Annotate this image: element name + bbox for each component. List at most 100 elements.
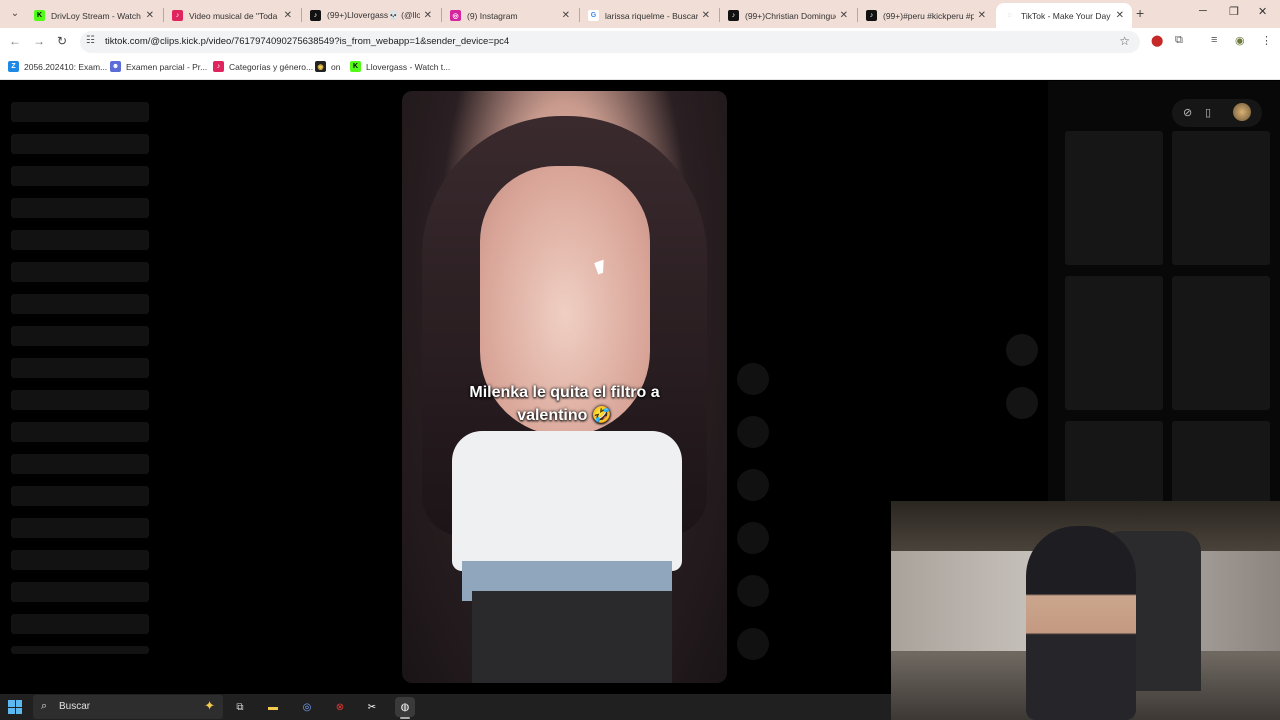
video-card-skeleton	[1172, 276, 1270, 410]
bookmark-label: Examen parcial - Pr...	[126, 61, 208, 72]
action-button-placeholder[interactable]	[737, 416, 769, 448]
address-bar[interactable]: ☷ tiktok.com/@clips.kick.p/video/7617974…	[80, 31, 1140, 53]
bookmarks-bar: Z 2056.202410: Exam... ☻ Examen parcial …	[0, 56, 1280, 80]
chrome-taskbar-icon[interactable]: ◍	[395, 697, 415, 717]
close-icon[interactable]: ✕	[978, 10, 986, 21]
nav-down-placeholder[interactable]	[1006, 387, 1038, 419]
extension-adblock-icon[interactable]: ⬤	[1151, 34, 1163, 47]
action-button-placeholder[interactable]	[737, 469, 769, 501]
profile-avatar-icon[interactable]: ◉	[1235, 34, 1245, 47]
tab-6[interactable]: ♪ (99+)Christian Domingue ✕	[720, 3, 856, 28]
url-text[interactable]: tiktok.com/@clips.kick.p/video/761797409…	[105, 36, 509, 47]
action-button-placeholder[interactable]	[737, 522, 769, 554]
sidebar-skeleton	[11, 326, 149, 346]
menu-kebab-icon[interactable]: ⋮	[1261, 34, 1272, 47]
file-explorer-icon[interactable]: ▬	[263, 697, 283, 717]
bookmark-favicon-icon: Z	[8, 61, 19, 72]
windows-taskbar: ⌕ Buscar ✦ ⧉ ▬ ◎ ⊗ ✂ ◍	[0, 694, 891, 720]
copilot-sparkle-icon: ✦	[204, 698, 215, 713]
caption-line-1: Milenka le quita el filtro a	[469, 384, 660, 401]
tab-strip: ⌄ K DrivLoy Stream - Watch Li ✕ ♪ Video …	[0, 0, 1280, 28]
minimize-icon[interactable]: ─	[1199, 5, 1207, 17]
video-card-skeleton	[1065, 276, 1163, 410]
video-card-skeleton	[1065, 131, 1163, 265]
tab-4[interactable]: ◎ (9) Instagram ✕	[442, 3, 578, 28]
back-arrow-icon[interactable]: ←	[9, 34, 21, 48]
tab-3[interactable]: ♪ (99+)Llovergass💀 (@llov ✕	[302, 3, 440, 28]
bookmark-4[interactable]: ◉ on	[315, 61, 340, 72]
phone-icon[interactable]: ▯	[1205, 106, 1211, 119]
instagram-icon: ◎	[450, 10, 461, 21]
app-icon[interactable]: ⊗	[330, 697, 350, 717]
sidebar-skeleton	[11, 582, 149, 602]
bookmark-label: Categorías y género...	[229, 61, 314, 72]
site-info-icon[interactable]: ☷	[86, 35, 95, 46]
sidebar-skeleton	[11, 166, 149, 186]
action-button-placeholder[interactable]	[737, 575, 769, 607]
video-player[interactable]: Milenka le quita el filtro a valentino 🤣	[402, 91, 727, 683]
sidebar-skeleton	[11, 294, 149, 314]
action-button-placeholder[interactable]	[737, 363, 769, 395]
sidebar-skeleton	[11, 390, 149, 410]
new-tab-plus-icon[interactable]: +	[1136, 5, 1144, 21]
media-queue-icon[interactable]: ≡	[1211, 34, 1217, 46]
action-button-placeholder[interactable]	[737, 628, 769, 660]
tab-8-active[interactable]: ◌ TikTok - Make Your Day ✕	[996, 3, 1132, 28]
obs-app-icon[interactable]: ◎	[297, 697, 317, 717]
bookmark-label: on	[331, 61, 341, 72]
restore-icon[interactable]: ❐	[1229, 5, 1239, 18]
tab-title: TikTok - Make Your Day	[1021, 10, 1111, 21]
active-app-indicator	[400, 717, 410, 719]
video-card-skeleton	[1172, 131, 1270, 265]
tab-title: Video musical de "Toda L	[189, 10, 280, 21]
bookmark-label: Llovergass - Watch t...	[366, 61, 451, 72]
tiktok-loading-icon: ◌	[1004, 10, 1015, 21]
tab-title: (99+)Christian Domingue	[745, 10, 836, 21]
bookmark-1[interactable]: Z 2056.202410: Exam...	[8, 61, 107, 72]
sidebar-skeleton	[11, 454, 149, 474]
tab-7[interactable]: ♪ (99+)#peru #kickperu #p ✕	[858, 3, 994, 28]
extensions-puzzle-icon[interactable]: ⧉	[1175, 34, 1183, 47]
tab-title: DrivLoy Stream - Watch Li	[51, 10, 142, 21]
close-icon[interactable]: ✕	[146, 10, 154, 21]
sidebar-skeleton	[11, 422, 149, 442]
close-icon[interactable]: ✕	[424, 10, 432, 21]
bookmark-favicon-icon: ♪	[213, 61, 224, 72]
close-icon[interactable]: ✕	[702, 10, 710, 21]
user-avatar[interactable]	[1233, 103, 1251, 121]
streamer	[1026, 526, 1136, 720]
close-icon[interactable]: ✕	[562, 10, 570, 21]
bookmark-favicon-icon: ◉	[315, 61, 326, 72]
nav-up-placeholder[interactable]	[1006, 334, 1038, 366]
sidebar-skeleton	[11, 486, 149, 506]
star-icon[interactable]: ☆	[1119, 34, 1130, 48]
close-icon[interactable]: ✕	[284, 10, 292, 21]
video-frame-shirt	[452, 431, 682, 571]
window-close-icon[interactable]: ✕	[1258, 5, 1267, 18]
reload-icon[interactable]: ↻	[57, 34, 67, 48]
coins-icon[interactable]: ⊘	[1183, 106, 1192, 119]
bookmark-3[interactable]: ♪ Categorías y género...	[213, 61, 313, 72]
sidebar-skeleton	[11, 646, 149, 654]
task-view-icon[interactable]: ⧉	[230, 697, 250, 717]
close-icon[interactable]: ✕	[1116, 10, 1124, 21]
bookmark-2[interactable]: ☻ Examen parcial - Pr...	[110, 61, 207, 72]
tab-2[interactable]: ♪ Video musical de "Toda L ✕	[164, 3, 300, 28]
tab-1[interactable]: K DrivLoy Stream - Watch Li ✕	[26, 3, 162, 28]
bookmark-favicon-icon: ☻	[110, 61, 121, 72]
search-placeholder: Buscar	[59, 701, 91, 712]
tab-title: larissa riquelme - Buscar c	[605, 10, 698, 21]
taskbar-search[interactable]: ⌕ Buscar ✦	[33, 695, 223, 719]
tab-5[interactable]: G larissa riquelme - Buscar c ✕	[580, 3, 718, 28]
forward-arrow-icon[interactable]: →	[33, 34, 45, 48]
sidebar-skeleton	[11, 102, 149, 122]
sidebar-skeleton	[11, 134, 149, 154]
bookmark-5[interactable]: K Llovergass - Watch t...	[350, 61, 450, 72]
webcam-overlay	[891, 501, 1280, 720]
video-caption: Milenka le quita el filtro a valentino 🤣	[402, 381, 727, 427]
close-icon[interactable]: ✕	[840, 10, 848, 21]
tab-search-icon[interactable]: ⌄	[6, 6, 24, 22]
capcut-icon[interactable]: ✂	[362, 697, 382, 717]
windows-start-icon[interactable]	[8, 700, 22, 714]
tiktok-icon: ♪	[866, 10, 877, 21]
